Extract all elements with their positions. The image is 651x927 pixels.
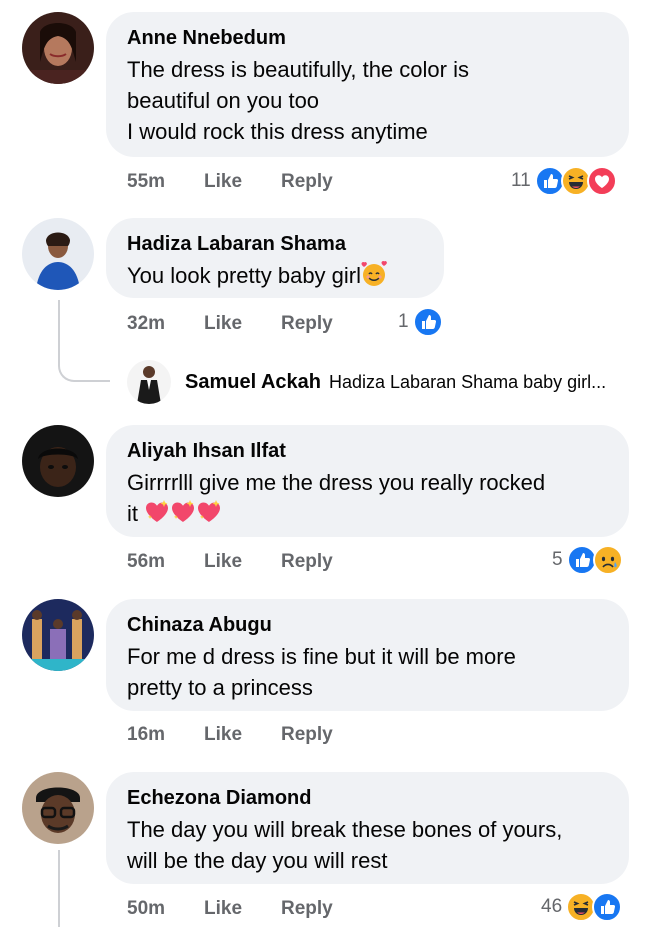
comment-bubble: Echezona Diamond The day you will break … <box>106 772 629 884</box>
comment-line: I would rock this dress anytime <box>127 119 428 144</box>
comment-actions: 56m Like Reply <box>127 551 333 573</box>
reaction-count: 5 <box>552 549 563 570</box>
avatar[interactable] <box>22 599 94 671</box>
commenter-name[interactable]: Hadiza Labaran Shama <box>127 232 422 256</box>
reaction-summary[interactable]: 5 <box>552 545 623 575</box>
comment-text: Girrrrlll give me the dress you really r… <box>127 467 607 529</box>
sparkling-heart-emoji <box>170 499 196 525</box>
reaction-summary[interactable]: 1 <box>398 307 443 337</box>
comment-line: You look pretty baby girl <box>127 263 361 288</box>
sparkling-heart-emoji <box>196 499 222 525</box>
like-button[interactable]: Like <box>204 724 281 746</box>
comment-line: it <box>127 498 607 529</box>
like-icon <box>413 307 443 337</box>
reaction-count: 1 <box>398 311 409 332</box>
comment-text: For me d dress is fine but it will be mo… <box>127 641 607 703</box>
comment-actions: 50m Like Reply <box>127 898 333 920</box>
like-button[interactable]: Like <box>204 313 281 335</box>
commenter-name[interactable]: Chinaza Abugu <box>127 613 607 637</box>
comment-line: will be the day you will rest <box>127 848 388 873</box>
comment-line: For me d dress is fine but it will be mo… <box>127 644 516 669</box>
timestamp[interactable]: 16m <box>127 724 204 746</box>
sparkling-heart-emoji <box>144 499 170 525</box>
like-button[interactable]: Like <box>204 898 281 920</box>
avatar[interactable] <box>22 772 94 844</box>
reaction-summary[interactable]: 11 <box>511 166 617 196</box>
reply-button[interactable]: Reply <box>281 313 333 335</box>
avatar[interactable] <box>22 218 94 290</box>
comment-text: You look pretty baby girl <box>127 260 422 291</box>
smiling-hearts-emoji <box>361 261 387 287</box>
reply-button[interactable]: Reply <box>281 724 333 746</box>
thread-line-2 <box>58 850 60 927</box>
comment-actions: 16m Like Reply <box>127 724 333 746</box>
comment-line: The dress is beautifully, the color is <box>127 57 469 82</box>
comment-line: pretty to a princess <box>127 675 313 700</box>
comment-bubble: Anne Nnebedum The dress is beautifully, … <box>106 12 629 157</box>
like-button[interactable]: Like <box>204 171 281 193</box>
love-icon <box>587 166 617 196</box>
comment-text: The day you will break these bones of yo… <box>127 814 607 876</box>
comment-actions: 32m Like Reply <box>127 313 333 335</box>
reply-button[interactable]: Reply <box>281 898 333 920</box>
comment-bubble: Hadiza Labaran Shama You look pretty bab… <box>106 218 444 298</box>
timestamp[interactable]: 55m <box>127 171 204 193</box>
like-icon <box>592 892 622 922</box>
avatar[interactable] <box>127 360 171 404</box>
commenter-name[interactable]: Anne Nnebedum <box>127 26 607 50</box>
thread-line-1 <box>58 300 110 382</box>
reply-button[interactable]: Reply <box>281 171 333 193</box>
avatar[interactable] <box>22 425 94 497</box>
reaction-count: 46 <box>541 896 563 917</box>
reply-snippet[interactable]: Hadiza Labaran Shama baby girl... <box>329 372 606 393</box>
timestamp[interactable]: 32m <box>127 313 204 335</box>
avatar[interactable] <box>22 12 94 84</box>
reply-button[interactable]: Reply <box>281 551 333 573</box>
reaction-summary[interactable]: 46 <box>541 892 622 922</box>
commenter-name[interactable]: Aliyah Ihsan Ilfat <box>127 439 607 463</box>
comment-line: beautiful on you too <box>127 88 320 113</box>
reply-author-name[interactable]: Samuel Ackah <box>185 371 321 394</box>
comment-line: The day you will break these bones of yo… <box>127 817 563 842</box>
comment-actions: 55m Like Reply <box>127 171 333 193</box>
commenter-name[interactable]: Echezona Diamond <box>127 786 607 810</box>
like-button[interactable]: Like <box>204 551 281 573</box>
timestamp[interactable]: 50m <box>127 898 204 920</box>
reaction-count: 11 <box>511 170 531 191</box>
comment-bubble: Aliyah Ihsan Ilfat Girrrrlll give me the… <box>106 425 629 537</box>
comment-text: The dress is beautifully, the color is b… <box>127 54 607 147</box>
sad-icon <box>593 545 623 575</box>
timestamp[interactable]: 56m <box>127 551 204 573</box>
comment-bubble: Chinaza Abugu For me d dress is fine but… <box>106 599 629 711</box>
comment-line: Girrrrlll give me the dress you really r… <box>127 470 546 495</box>
reply-preview[interactable]: Samuel Ackah Hadiza Labaran Shama baby g… <box>127 360 606 404</box>
